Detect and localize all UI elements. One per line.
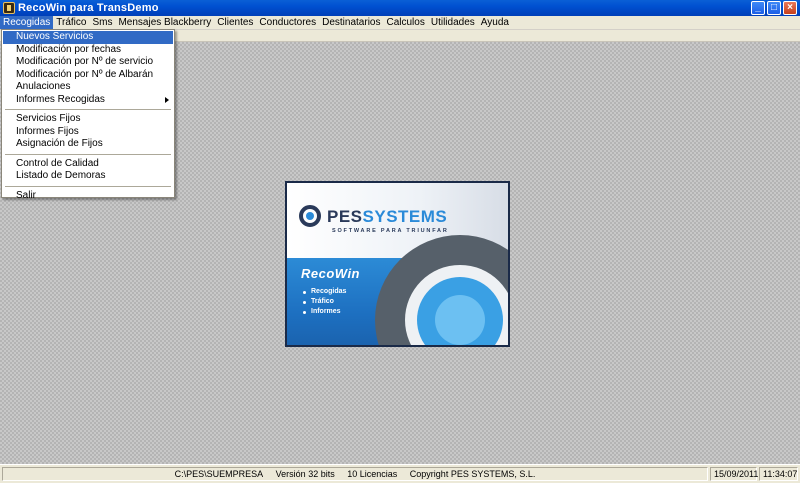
menu-item-label: Modificación por Nº de Albarán — [16, 68, 154, 80]
menu-item-modificaci-n-por-fechas[interactable]: Modificación por fechas — [3, 44, 173, 57]
feature-item: Informes — [303, 307, 346, 317]
status-time: 11:34:07 — [759, 467, 798, 481]
brand-tagline: SOFTWARE PARA TRIUNFAR — [332, 228, 449, 234]
menu-item-label: Control de Calidad — [16, 157, 99, 169]
feature-label: Informes — [311, 308, 341, 315]
menu-tráfico[interactable]: Tráfico — [53, 16, 89, 29]
status-path: C:\PES\SUEMPRESA — [174, 469, 264, 479]
menu-item-label: Informes Recogidas — [16, 93, 105, 105]
submenu-arrow-icon — [165, 96, 169, 103]
window-title: RecoWin para TransDemo — [18, 2, 159, 14]
feature-label: Recogidas — [311, 288, 347, 295]
close-button[interactable]: × — [783, 1, 797, 15]
status-date: 15/09/2011 — [710, 467, 758, 481]
app-icon[interactable] — [3, 2, 15, 14]
status-copyright: Copyright PES SYSTEMS, S.L. — [409, 469, 536, 479]
feature-label: Tráfico — [311, 298, 334, 305]
menu-item-label: Listado de Demoras — [16, 170, 106, 181]
menu-item-label: Anulaciones — [16, 81, 71, 92]
menu-item-label: Nuevos Servicios — [16, 31, 94, 42]
menu-item-label: Servicios Fijos — [16, 113, 81, 124]
menu-destinatarios[interactable]: Destinatarios — [319, 16, 383, 29]
menu-item-salir[interactable]: Salir — [3, 190, 173, 203]
menu-item-label: Asignación de Fijos — [16, 138, 103, 149]
menu-item-anulaciones[interactable]: Anulaciones — [3, 81, 173, 94]
menu-item-listado-de-demoras[interactable]: Listado de Demoras — [3, 170, 173, 183]
menu-sms[interactable]: Sms — [89, 16, 115, 29]
window-controls: _ □ × — [751, 1, 797, 15]
menu-separator — [5, 109, 171, 110]
brand-pes: PES — [327, 207, 363, 226]
menu-utilidades[interactable]: Utilidades — [428, 16, 478, 29]
splash-panel: PESSYSTEMS SOFTWARE PARA TRIUNFAR RecoWi… — [285, 181, 510, 347]
menu-calculos[interactable]: Calculos — [383, 16, 427, 29]
pes-logo-icon — [299, 205, 321, 227]
menu-item-servicios-fijos[interactable]: Servicios Fijos — [3, 113, 173, 126]
minimize-button[interactable]: _ — [751, 1, 765, 15]
status-version: Versión 32 bits — [275, 469, 335, 479]
menu-clientes[interactable]: Clientes — [214, 16, 256, 29]
brand-systems: SYSTEMS — [362, 207, 448, 226]
menu-item-label: Informes Fijos — [16, 125, 79, 137]
status-licenses: 10 Licencias — [347, 469, 398, 479]
bullet-icon — [303, 290, 306, 294]
menu-item-control-de-calidad[interactable]: Control de Calidad — [3, 158, 173, 171]
bullet-icon — [303, 300, 306, 304]
menu-item-informes-fijos[interactable]: Informes Fijos — [3, 126, 173, 139]
decorative-ring-core — [435, 295, 485, 345]
feature-item: Recogidas — [303, 287, 346, 297]
menu-item-modificaci-n-por-n-de-servicio[interactable]: Modificación por Nº de servicio — [3, 56, 173, 69]
menu-item-nuevos-servicios[interactable]: Nuevos Servicios — [3, 31, 173, 44]
brand-name: PESSYSTEMS — [327, 207, 447, 227]
feature-item: Tráfico — [303, 297, 346, 307]
maximize-button[interactable]: □ — [767, 1, 781, 15]
menu-item-informes-recogidas[interactable]: Informes Recogidas — [3, 94, 173, 107]
menu-ayuda[interactable]: Ayuda — [478, 16, 512, 29]
menu-recogidas[interactable]: Recogidas — [0, 16, 54, 29]
menu-separator — [5, 153, 171, 155]
menu-item-label: Salir — [16, 189, 37, 201]
menu-mensajes-blackberry[interactable]: Mensajes Blackberry — [115, 16, 214, 29]
product-name: RecoWin — [301, 266, 360, 281]
menu-bar: Recogidas Tráfico Sms Mensajes Blackberry Cl… — [0, 16, 800, 30]
menu-separator — [5, 185, 171, 187]
bullet-icon — [303, 310, 306, 314]
status-bar: C:\PES\SUEMPRESA Versión 32 bits 10 Lice… — [0, 464, 800, 483]
status-info-pane: C:\PES\SUEMPRESA Versión 32 bits 10 Lice… — [2, 467, 708, 481]
feature-list: Recogidas Tráfico Informes — [303, 287, 346, 317]
menu-item-asignaci-n-de-fijos[interactable]: Asignación de Fijos — [3, 138, 173, 151]
recogidas-dropdown: Nuevos Servicios Modificación por fechas M… — [1, 29, 175, 201]
menu-item-label: Modificación por fechas — [16, 43, 122, 55]
menu-conductores[interactable]: Conductores — [256, 16, 319, 29]
menu-item-modificaci-n-por-n-de-albar-n[interactable]: Modificación por Nº de Albarán — [3, 69, 173, 82]
title-bar: RecoWin para TransDemo _ □ × — [0, 0, 800, 16]
menu-item-label: Modificación por Nº de servicio — [16, 56, 154, 67]
